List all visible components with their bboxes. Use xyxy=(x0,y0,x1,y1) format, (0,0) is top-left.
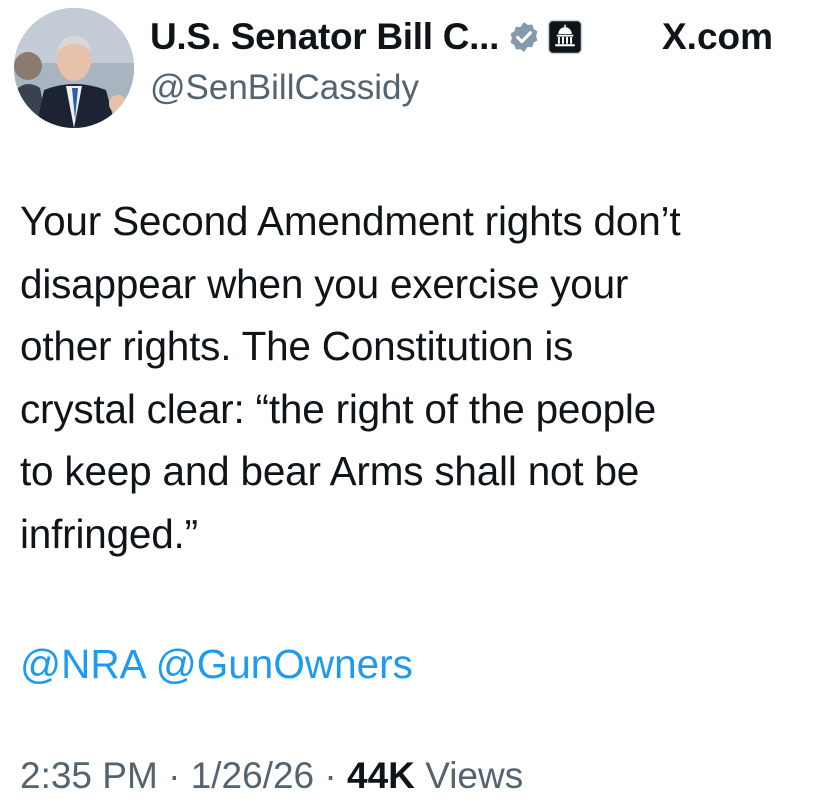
tweet-line: Your Second Amendment rights don’t xyxy=(20,198,681,244)
tweet-line: to keep and bear Arms shall not be xyxy=(20,448,640,494)
tweet-line: disappear when you exercise your xyxy=(20,260,629,307)
avatar-photo xyxy=(14,8,134,128)
tweet-meta: 2:35 PM · 1/26/26 · 44K Views xyxy=(20,746,523,806)
mention-link-gunowners[interactable]: @GunOwners xyxy=(156,641,413,687)
display-name[interactable]: U.S. Senator Bill C... xyxy=(150,16,499,58)
mention-link-nra[interactable]: @NRA xyxy=(20,641,144,687)
views-count[interactable]: 44K xyxy=(347,755,415,796)
views-label: Views xyxy=(425,755,524,796)
site-label: X.com xyxy=(662,14,773,60)
tweet-time[interactable]: 2:35 PM xyxy=(20,755,158,796)
tweet-line: other rights. The Constitution is xyxy=(20,323,574,369)
avatar[interactable] xyxy=(14,8,134,128)
user-handle[interactable]: @SenBillCassidy xyxy=(150,68,419,108)
verified-badge-icon[interactable] xyxy=(507,20,541,54)
capitol-building-icon[interactable] xyxy=(547,19,583,55)
meta-separator: · xyxy=(168,755,181,796)
meta-separator: · xyxy=(324,755,337,796)
site-label-text: X.com xyxy=(662,16,774,57)
tweet-date[interactable]: 1/26/26 xyxy=(191,755,314,796)
tweet-line: infringed.” xyxy=(20,510,198,557)
display-name-row: U.S. Senator Bill C... xyxy=(150,14,583,60)
mentions: @NRA @GunOwners xyxy=(20,633,413,695)
tweet-line: crystal clear: “the right of the people xyxy=(20,385,657,432)
tweet-text: Your Second Amendment rights don’t disap… xyxy=(20,190,820,565)
